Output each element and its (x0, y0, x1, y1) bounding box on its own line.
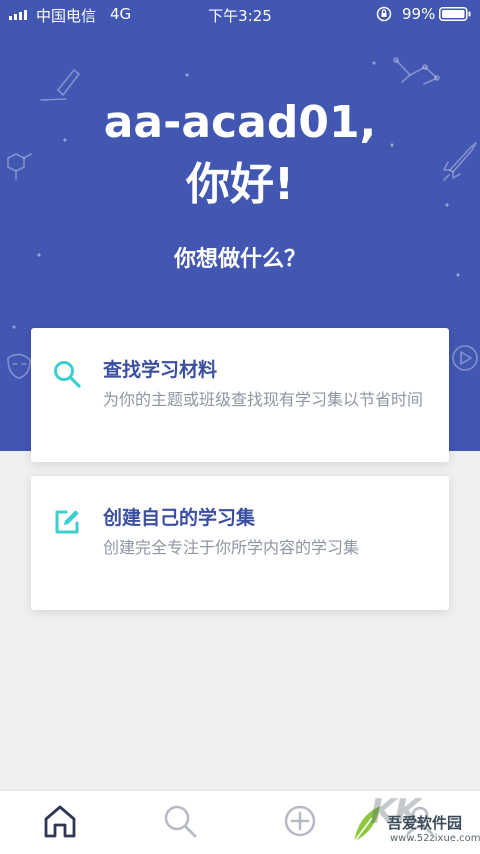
greeting-username: aa-acad01, (103, 97, 377, 148)
add-icon[interactable] (280, 801, 320, 841)
find-materials-card[interactable]: 查找学习材料 为你的主题或班级查找现有学习集以节省时间 (31, 328, 449, 462)
watermark-url: www.52zixue.com (390, 833, 480, 844)
edit-icon (55, 510, 79, 534)
create-set-card[interactable]: 创建自己的学习集 创建完全专注于你所学内容的学习集 (31, 476, 449, 610)
search-icon[interactable] (160, 801, 200, 841)
prompt-question: 你想做什么？ (173, 247, 306, 272)
find-materials-description: 为你的主题或班级查找现有学习集以节省时间 (103, 390, 424, 409)
battery-percent: 99% (402, 5, 436, 23)
search-icon (54, 361, 81, 388)
find-materials-title: 查找学习材料 (103, 359, 218, 381)
rotation-lock-icon (376, 6, 392, 22)
home-icon[interactable] (40, 801, 80, 841)
create-set-title: 创建自己的学习集 (103, 507, 256, 529)
battery-icon (439, 7, 471, 21)
watermark-name: 吾爱软件园 (387, 814, 463, 832)
create-set-description: 创建完全专注于你所学内容的学习集 (103, 538, 360, 557)
status-bar: 中国电信 4G 下午3:25 99% (0, 0, 480, 28)
greeting-hello: 你好! (185, 159, 295, 210)
watermark: KK 吾爱软件园 www.52zixue.com (350, 790, 480, 853)
